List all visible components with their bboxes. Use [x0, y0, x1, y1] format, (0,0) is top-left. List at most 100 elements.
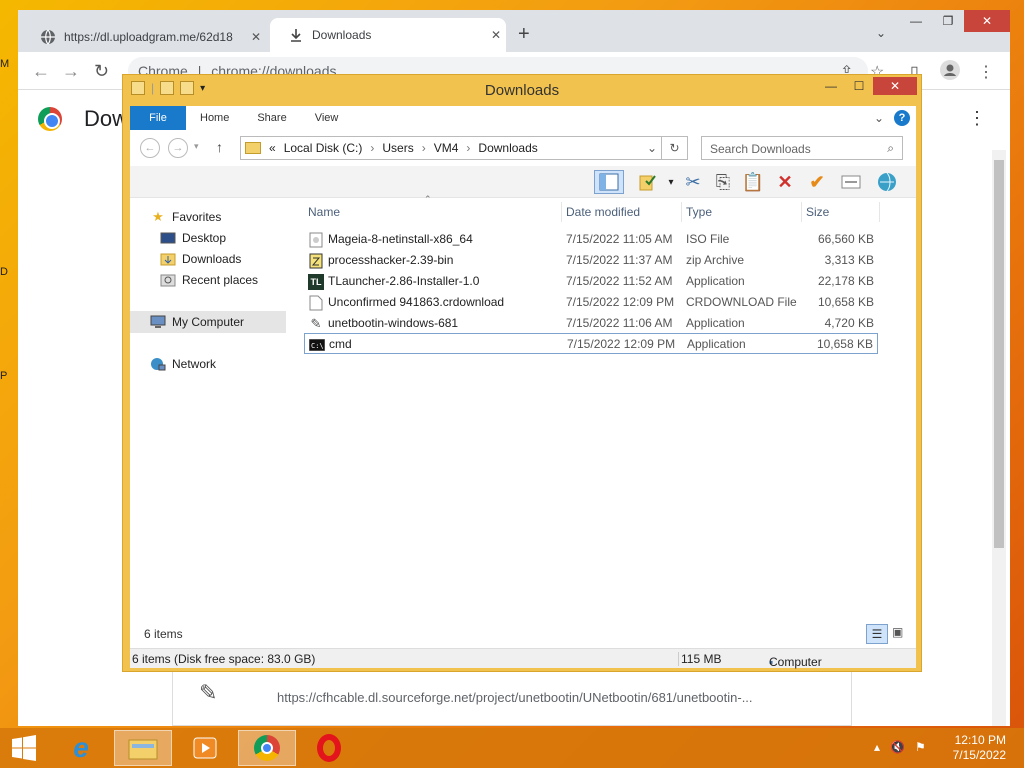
nav-network[interactable]: Network: [150, 357, 216, 371]
file-row[interactable]: Mageia-8-netinstall-x86_64 7/15/2022 11:…: [304, 229, 878, 250]
nav-label: Recent places: [182, 273, 259, 287]
cut-icon[interactable]: ✂: [680, 170, 706, 194]
scrollbar-thumb[interactable]: [994, 160, 1004, 548]
nav-my-computer[interactable]: My Computer: [130, 311, 286, 333]
help-icon[interactable]: ?: [894, 110, 910, 126]
details-bar: 6 items ☰ ▣: [130, 622, 916, 648]
unetbootin-download-icon: ✎: [199, 680, 218, 705]
maximize-button[interactable]: ❐: [932, 10, 964, 32]
refresh-icon[interactable]: ↻: [662, 136, 688, 160]
taskbar-explorer-icon[interactable]: [114, 730, 172, 766]
tab-close-icon[interactable]: ✕: [246, 30, 266, 44]
tab-share[interactable]: Share: [243, 106, 300, 130]
file-row-selected[interactable]: C:\ cmd 7/15/2022 12:09 PM Application 1…: [304, 333, 878, 354]
desktop-icon-label: P: [0, 370, 8, 382]
breadcrumb-overflow[interactable]: «: [269, 141, 276, 155]
tab-home[interactable]: Home: [186, 106, 243, 130]
column-name[interactable]: Name: [304, 202, 562, 222]
details-view-icon[interactable]: ☰: [866, 624, 888, 644]
file-row[interactable]: ✎ unetbootin-windows-681 7/15/2022 11:06…: [304, 313, 878, 334]
reload-icon[interactable]: ↻: [94, 61, 109, 82]
nav-desktop[interactable]: Desktop: [160, 231, 226, 245]
file-date: 7/15/2022 12:09 PM: [566, 295, 675, 309]
page-scrollbar[interactable]: [992, 150, 1006, 726]
taskbar-ie-icon[interactable]: e: [52, 730, 110, 766]
breadcrumb-item[interactable]: Users: [382, 141, 413, 155]
status-disk-space: 6 items (Disk free space: 83.0 GB): [132, 652, 316, 666]
column-type[interactable]: Type: [682, 202, 802, 222]
preview-pane-icon[interactable]: [594, 170, 624, 194]
download-url[interactable]: https://cfhcable.dl.sourceforge.net/proj…: [277, 690, 753, 705]
address-bar[interactable]: « Local Disk (C:) › Users › VM4 › Downlo…: [240, 136, 662, 160]
column-date-modified[interactable]: Date modified: [562, 202, 682, 222]
file-row[interactable]: processhacker-2.39-bin 7/15/2022 11:37 A…: [304, 250, 878, 271]
page-menu-icon[interactable]: ⋮: [968, 108, 986, 129]
taskbar-clock[interactable]: 12:10 PM 7/15/2022: [953, 733, 1006, 763]
desktop-icon: [160, 231, 176, 245]
minimize-button[interactable]: —: [817, 77, 845, 95]
tab-view[interactable]: View: [301, 106, 353, 130]
status-selection-size: 115 MB: [678, 652, 721, 666]
address-dropdown-icon[interactable]: ⌄: [643, 141, 661, 155]
column-size[interactable]: Size: [802, 202, 880, 222]
network-globe-icon[interactable]: [874, 170, 900, 194]
tab-label: Downloads: [312, 28, 372, 42]
back-arrow-icon[interactable]: ←: [32, 61, 50, 82]
volume-muted-icon[interactable]: 🔇: [890, 740, 905, 754]
ribbon-expand-chevron-icon[interactable]: ⌄: [874, 111, 884, 125]
new-tab-button[interactable]: +: [518, 23, 530, 46]
tab-close-icon[interactable]: ✕: [486, 28, 506, 42]
start-button[interactable]: [0, 730, 48, 766]
paste-icon[interactable]: 📋: [740, 170, 766, 194]
nav-recent-places[interactable]: Recent places: [160, 273, 258, 287]
breadcrumb-item[interactable]: Local Disk (C:): [284, 141, 363, 155]
profile-avatar-icon[interactable]: [940, 60, 960, 85]
copy-icon[interactable]: ⎘: [710, 170, 736, 194]
taskbar-media-player-icon[interactable]: [176, 730, 234, 766]
properties-icon[interactable]: [634, 170, 660, 194]
tab-search-chevron-icon[interactable]: ⌄: [876, 26, 886, 40]
forward-arrow-icon[interactable]: →: [62, 61, 80, 82]
up-arrow-icon[interactable]: ↑: [216, 139, 223, 155]
address-row: ← → ▾ ↑ « Local Disk (C:) › Users › VM4 …: [130, 130, 916, 166]
maximize-button[interactable]: ☐: [845, 77, 873, 95]
tab-uploadgram[interactable]: https://dl.uploadgram.me/62d18 ✕: [32, 22, 266, 52]
file-type: zip Archive: [686, 253, 745, 267]
breadcrumb-item[interactable]: VM4: [434, 141, 459, 155]
computer-icon: [150, 315, 166, 329]
select-all-icon[interactable]: [838, 170, 864, 194]
minimize-button[interactable]: —: [900, 10, 932, 32]
recent-locations-icon[interactable]: ▾: [194, 141, 199, 152]
desktop-icon-label: D: [0, 266, 8, 278]
file-type: ISO File: [686, 232, 730, 246]
tray-overflow-icon[interactable]: ▴: [874, 740, 880, 754]
breadcrumb-item[interactable]: Downloads: [478, 141, 537, 155]
nav-downloads[interactable]: Downloads: [160, 252, 241, 266]
tab-downloads[interactable]: Downloads ✕: [270, 18, 506, 52]
delete-icon[interactable]: ✕: [772, 170, 798, 194]
rename-check-icon[interactable]: ✔: [804, 170, 830, 194]
file-row[interactable]: TL TLauncher-2.86-Installer-1.0 7/15/202…: [304, 271, 878, 292]
close-window-button[interactable]: ✕: [964, 10, 1010, 32]
chrome-menu-icon[interactable]: ⋮: [978, 62, 994, 82]
file-row[interactable]: Unconfirmed 941863.crdownload 7/15/2022 …: [304, 292, 878, 313]
search-input[interactable]: Search Downloads ⌕: [701, 136, 903, 160]
back-button[interactable]: ←: [140, 138, 160, 158]
action-center-flag-icon[interactable]: ⚑: [915, 740, 926, 754]
file-date: 7/15/2022 11:06 AM: [566, 316, 673, 330]
clock-date: 7/15/2022: [952, 748, 1006, 762]
clock-time: 12:10 PM: [954, 733, 1006, 747]
forward-button[interactable]: →: [168, 138, 188, 158]
close-window-button[interactable]: ✕: [873, 77, 917, 95]
file-name: TLauncher-2.86-Installer-1.0: [328, 274, 480, 288]
large-icons-view-icon[interactable]: ▣: [892, 625, 903, 639]
explorer-content: ★ Favorites Desktop Downloads Recent pla…: [130, 194, 916, 622]
nav-favorites[interactable]: ★ Favorites: [150, 209, 221, 224]
file-explorer-window: | ▾ Downloads — ☐ ✕ File Home Share View…: [122, 74, 922, 672]
search-placeholder: Search Downloads: [710, 142, 811, 156]
taskbar-chrome-icon[interactable]: [238, 730, 296, 766]
chrome-logo-icon: [38, 107, 62, 131]
tab-file[interactable]: File: [130, 106, 186, 130]
taskbar-opera-icon[interactable]: [300, 730, 358, 766]
blank-file-icon: [308, 295, 324, 311]
